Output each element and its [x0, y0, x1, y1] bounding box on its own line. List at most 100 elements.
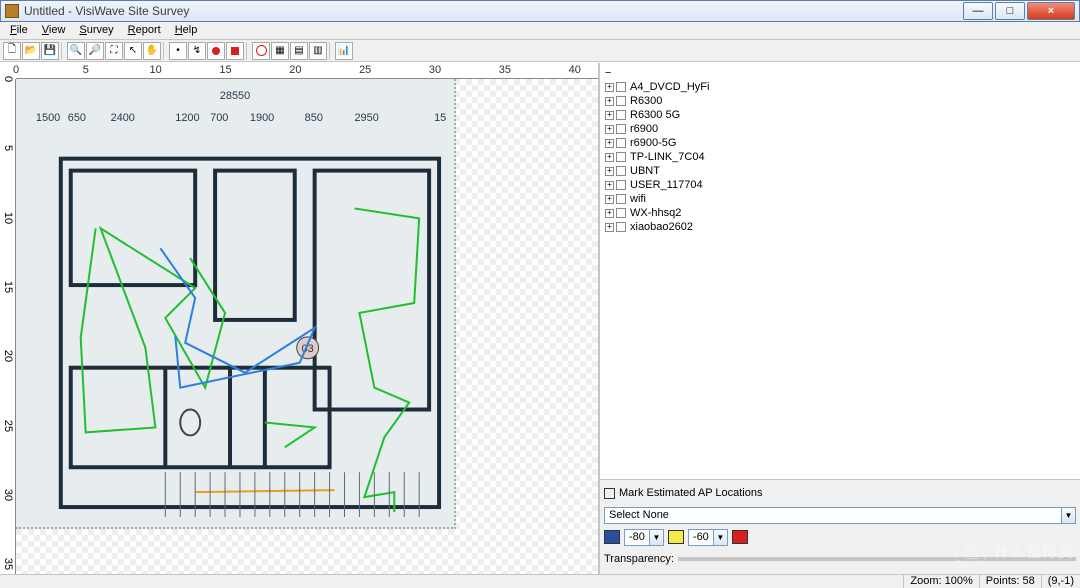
record-icon[interactable]: [207, 42, 225, 60]
expand-icon[interactable]: +: [605, 223, 614, 232]
tree-item[interactable]: + A4_DVCD_HyFi: [603, 80, 1077, 94]
svg-text:15: 15: [434, 112, 446, 124]
threshold1-value: -80: [625, 531, 649, 543]
tree-item-label: R6300: [628, 95, 662, 107]
floorplan-image: 28550 15006502400 12007001900 850295015: [16, 79, 456, 529]
tree-item-checkbox[interactable]: [616, 96, 626, 106]
chart-icon[interactable]: 📊: [335, 42, 353, 60]
tree-item-checkbox[interactable]: [616, 180, 626, 190]
svg-text:700: 700: [210, 112, 228, 124]
tree-item[interactable]: +UBNT: [603, 164, 1077, 178]
tree-item-checkbox[interactable]: [616, 166, 626, 176]
zoom-in-icon[interactable]: 🔍: [67, 42, 85, 60]
svg-text:1500: 1500: [36, 112, 60, 124]
tree-item-checkbox[interactable]: [616, 194, 626, 204]
no-icon[interactable]: [252, 42, 270, 60]
status-points: Points: 58: [979, 575, 1041, 588]
tree-select-all-row[interactable]: −: [603, 66, 1077, 80]
grid2-icon[interactable]: ▤: [290, 42, 308, 60]
svg-text:1200: 1200: [175, 112, 199, 124]
tree-item[interactable]: + USER_117704: [603, 178, 1077, 192]
tree-item[interactable]: +r6900-5G: [603, 136, 1077, 150]
expand-icon[interactable]: +: [605, 181, 614, 190]
tree-item[interactable]: + TP-LINK_7C04: [603, 150, 1077, 164]
threshold2-value: -60: [689, 531, 713, 543]
point-icon[interactable]: •: [169, 42, 187, 60]
color-swatch-2[interactable]: [668, 530, 684, 544]
expand-icon[interactable]: +: [605, 167, 614, 176]
new-icon[interactable]: 🗋: [3, 42, 21, 60]
save-icon[interactable]: 💾: [41, 42, 59, 60]
canvas[interactable]: 28550 15006502400 12007001900 850295015: [16, 79, 598, 574]
tree-item[interactable]: + R6300 5G: [603, 108, 1077, 122]
close-button[interactable]: ×: [1027, 2, 1075, 20]
mark-ap-label: Mark Estimated AP Locations: [619, 487, 762, 499]
hand-icon[interactable]: ✋: [143, 42, 161, 60]
tree-item-checkbox[interactable]: [616, 208, 626, 218]
expand-icon[interactable]: +: [605, 83, 614, 92]
tree-item[interactable]: +WX-hhsq2: [603, 206, 1077, 220]
tree-item-checkbox[interactable]: [616, 110, 626, 120]
canvas-pane: 0510 152025 303540 0510 152025 3035 2855…: [0, 63, 600, 574]
tree-item[interactable]: +r6900: [603, 122, 1077, 136]
threshold1-dropdown[interactable]: -80 ▼: [624, 529, 664, 546]
chevron-down-icon: ▼: [649, 530, 663, 545]
expand-icon[interactable]: +: [605, 139, 614, 148]
ap-tree[interactable]: − + A4_DVCD_HyFi + R6300 + R6300 5G+r6900+r69…: [600, 63, 1080, 480]
window-title: Untitled - VisiWave Site Survey: [24, 4, 961, 18]
tree-item-checkbox[interactable]: [616, 124, 626, 134]
expand-icon[interactable]: +: [605, 209, 614, 218]
tree-item-label: A4_DVCD_HyFi: [628, 81, 709, 93]
color-swatch-1[interactable]: [604, 530, 620, 544]
grid-icon[interactable]: ▦: [271, 42, 289, 60]
spectrum-icon[interactable]: ▥: [309, 42, 327, 60]
minimize-button[interactable]: —: [963, 2, 993, 20]
expand-icon[interactable]: +: [605, 111, 614, 120]
mark-ap-checkbox[interactable]: [604, 488, 615, 499]
tree-item-checkbox[interactable]: [616, 138, 626, 148]
open-icon[interactable]: 📂: [22, 42, 40, 60]
chevron-down-icon: ▼: [1061, 508, 1075, 523]
stop-record-icon[interactable]: [226, 42, 244, 60]
tree-item[interactable]: +xiaobao2602: [603, 220, 1077, 234]
menu-report[interactable]: Report: [121, 22, 168, 39]
tree-item-checkbox[interactable]: [616, 222, 626, 232]
expand-icon[interactable]: +: [605, 195, 614, 204]
expand-icon[interactable]: +: [605, 97, 614, 106]
tree-item-label: USER_117704: [628, 179, 703, 191]
svg-text:650: 650: [68, 112, 86, 124]
main-split: 0510 152025 303540 0510 152025 3035 2855…: [0, 62, 1080, 574]
title-bar: Untitled - VisiWave Site Survey — □ ×: [0, 0, 1080, 22]
horizontal-ruler: 0510 152025 303540: [16, 63, 598, 79]
app-icon: [5, 4, 19, 18]
menu-view[interactable]: View: [35, 22, 73, 39]
menu-file[interactable]: File: [3, 22, 35, 39]
menu-survey[interactable]: Survey: [72, 22, 120, 39]
zoom-out-icon[interactable]: 🔎: [86, 42, 104, 60]
tree-item-label: R6300 5G: [628, 109, 680, 121]
menu-help[interactable]: Help: [168, 22, 205, 39]
tree-item-label: TP-LINK_7C04: [628, 151, 705, 163]
transparency-slider[interactable]: [678, 557, 1076, 561]
tree-item[interactable]: + R6300: [603, 94, 1077, 108]
toolbar: 🗋 📂 💾 🔍 🔎 ⛶ ↖ ✋ • ↯ ▦ ▤ ▥ 📊: [0, 40, 1080, 62]
tree-item-label: wifi: [628, 193, 646, 205]
expand-icon[interactable]: +: [605, 125, 614, 134]
select-dropdown[interactable]: Select None ▼: [604, 507, 1076, 524]
tree-item[interactable]: + wifi: [603, 192, 1077, 206]
tree-item-checkbox[interactable]: [616, 82, 626, 92]
svg-text:1900: 1900: [250, 112, 274, 124]
collapse-icon[interactable]: −: [605, 67, 611, 79]
vertical-ruler: 0510 152025 3035: [0, 79, 16, 574]
expand-icon[interactable]: +: [605, 153, 614, 162]
threshold2-dropdown[interactable]: -60 ▼: [688, 529, 728, 546]
tree-item-checkbox[interactable]: [616, 152, 626, 162]
svg-text:850: 850: [305, 112, 323, 124]
color-swatch-3[interactable]: [732, 530, 748, 544]
maximize-button[interactable]: □: [995, 2, 1025, 20]
zoom-fit-icon[interactable]: ⛶: [105, 42, 123, 60]
status-zoom: Zoom: 100%: [903, 575, 978, 588]
side-panel: − + A4_DVCD_HyFi + R6300 + R6300 5G+r6900+r69…: [600, 63, 1080, 574]
arrow-icon[interactable]: ↖: [124, 42, 142, 60]
path-icon[interactable]: ↯: [188, 42, 206, 60]
